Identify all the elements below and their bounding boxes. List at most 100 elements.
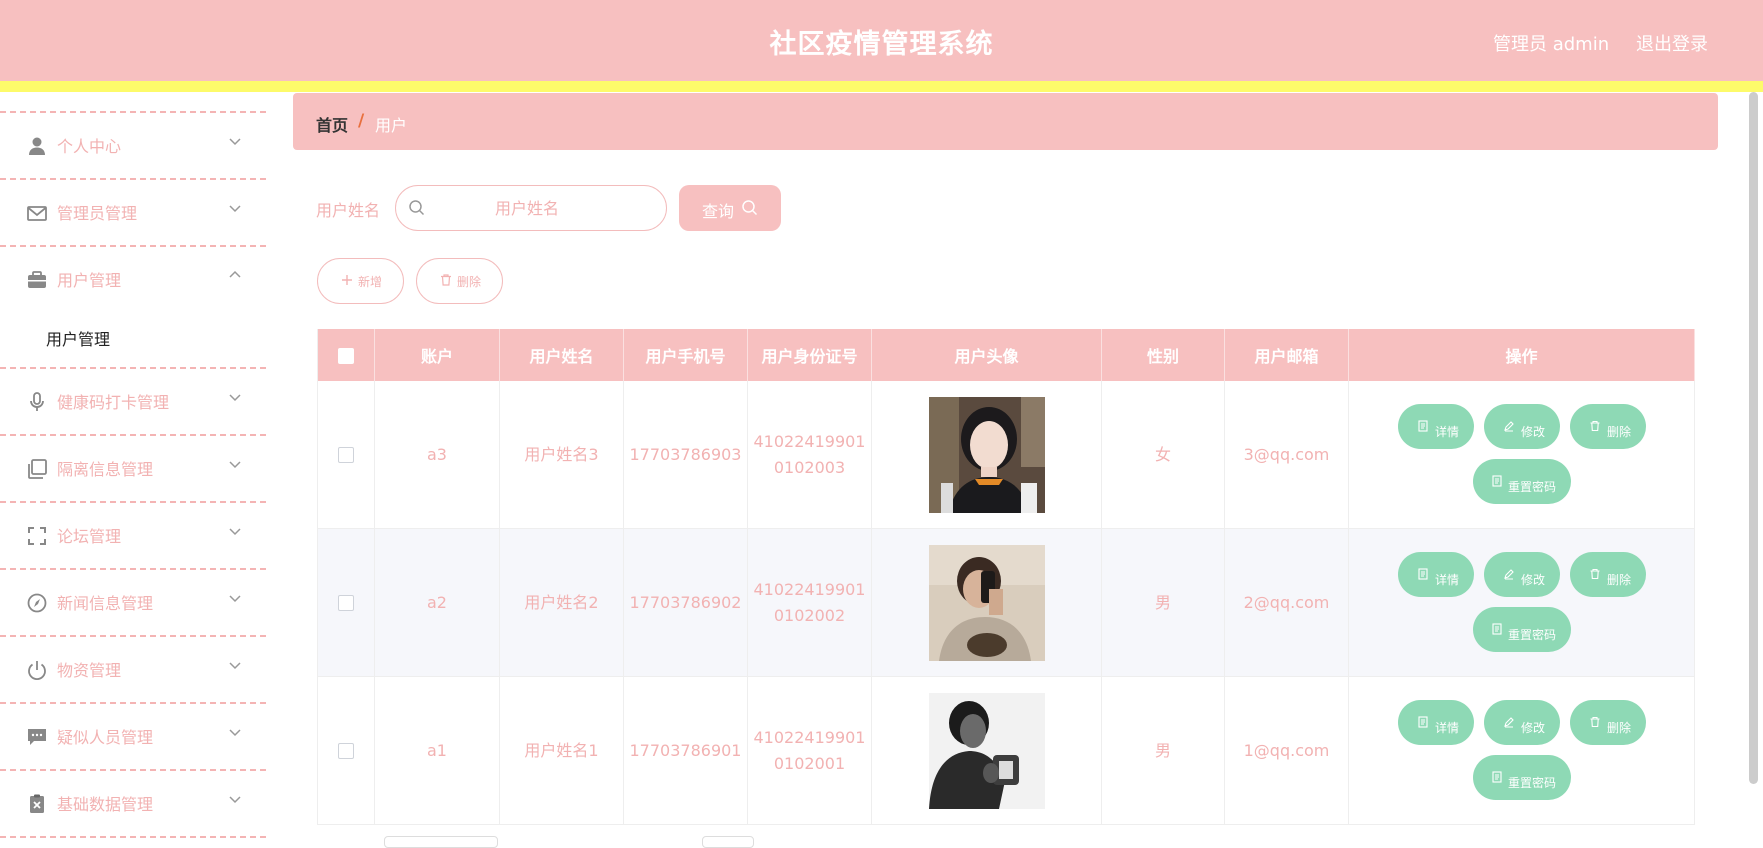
sidebar-item-label: 疑似人员管理: [57, 728, 154, 747]
sidebar-item-label: 健康码打卡管理: [57, 393, 170, 412]
select-all-cell: [317, 329, 375, 381]
column-header[interactable]: 用户身份证号: [747, 329, 872, 381]
edit-button[interactable]: 修改: [1484, 552, 1560, 597]
copy-icon: [26, 458, 48, 480]
detail-button[interactable]: 详情: [1398, 404, 1474, 449]
user-table: 账户 用户姓名 用户手机号 用户身份证号 用户头像 性别 用户邮箱 操作 a3 …: [317, 329, 1695, 825]
account-cell: a1: [374, 676, 500, 825]
clipboard-x-icon: [26, 793, 48, 815]
delete-row-button[interactable]: 删除: [1570, 404, 1646, 449]
row-checkbox[interactable]: [338, 743, 354, 759]
sidebar-item-suspected[interactable]: 疑似人员管理: [0, 704, 266, 768]
breadcrumb-home-link[interactable]: 首页: [316, 112, 348, 136]
select-all-checkbox[interactable]: [338, 348, 354, 364]
chevron-down-icon: [229, 729, 241, 737]
edit-button-label: 修改: [1521, 721, 1546, 735]
sidebar-item-label: 管理员管理: [57, 204, 138, 223]
column-header[interactable]: 性别: [1101, 329, 1225, 381]
query-button[interactable]: 查询: [679, 185, 781, 231]
avatar: [928, 692, 1045, 809]
sidebar-item-health-code[interactable]: 健康码打卡管理: [0, 369, 266, 433]
trash-icon: [1590, 568, 1600, 580]
detail-button[interactable]: 详情: [1398, 552, 1474, 597]
document-icon: [1492, 771, 1502, 783]
breadcrumb-current: 用户: [375, 116, 408, 135]
trash-icon: [441, 274, 451, 286]
sidebar-item-label: 论坛管理: [57, 527, 122, 546]
fullscreen-icon: [26, 525, 48, 547]
chevron-down-icon: [229, 461, 241, 469]
user-icon: [26, 135, 48, 157]
operations-cell: 详情 修改 删除 重置密码: [1348, 381, 1695, 529]
search-field[interactable]: [395, 185, 667, 231]
page-jump-input[interactable]: [702, 836, 754, 848]
scrollbar-thumb[interactable]: [1749, 92, 1758, 784]
sidebar-item-forum[interactable]: 论坛管理: [0, 503, 266, 567]
search-input[interactable]: [432, 193, 622, 223]
query-button-label: 查询: [702, 202, 735, 221]
row-checkbox[interactable]: [338, 595, 354, 611]
document-icon: [1418, 420, 1428, 432]
reset-password-button[interactable]: 重置密码: [1473, 607, 1571, 652]
sidebar-item-personal-center[interactable]: 个人中心: [0, 113, 266, 177]
id-number-cell: 41022419901 0102002: [747, 528, 872, 677]
sidebar-item-label: 隔离信息管理: [57, 460, 154, 479]
chevron-down-icon: [229, 528, 241, 536]
search-label: 用户姓名: [316, 201, 381, 220]
operations-cell: 详情 修改 删除 重置密码: [1348, 528, 1695, 677]
avatar: [928, 396, 1045, 513]
header-accent-strip: [0, 81, 1763, 92]
sidebar-item-label: 个人中心: [57, 137, 122, 156]
column-header[interactable]: 用户手机号: [623, 329, 748, 381]
id-number-line: 0102002: [773, 605, 846, 625]
row-checkbox[interactable]: [338, 447, 354, 463]
delete-row-button[interactable]: 删除: [1570, 700, 1646, 745]
current-user-label: 管理员 admin: [1493, 34, 1610, 55]
chevron-down-icon: [229, 394, 241, 402]
edit-button[interactable]: 修改: [1484, 700, 1560, 745]
edit-button[interactable]: 修改: [1484, 404, 1560, 449]
pencil-icon: [1504, 569, 1514, 580]
add-button-label: 新增: [358, 275, 383, 289]
chevron-up-icon: [229, 270, 241, 278]
column-header[interactable]: 账户: [374, 329, 500, 381]
avatar-cell: [871, 676, 1102, 825]
reset-password-button[interactable]: 重置密码: [1473, 459, 1571, 504]
sidebar: 个人中心 管理员管理 用户管理 用户管理 健康码打卡管理 隔离信息管理 论坛管理…: [0, 92, 266, 844]
edit-button-label: 修改: [1521, 425, 1546, 439]
column-header[interactable]: 用户姓名: [499, 329, 624, 381]
sidebar-item-isolation[interactable]: 隔离信息管理: [0, 436, 266, 500]
logout-link[interactable]: 退出登录: [1636, 30, 1708, 56]
column-header[interactable]: 用户邮箱: [1224, 329, 1349, 381]
chevron-down-icon: [229, 662, 241, 670]
reset-password-button[interactable]: 重置密码: [1473, 755, 1571, 800]
detail-button[interactable]: 详情: [1398, 700, 1474, 745]
reset-password-button-label: 重置密码: [1508, 480, 1557, 494]
add-button[interactable]: 新增: [317, 258, 404, 304]
document-icon: [1418, 716, 1428, 728]
column-header: 操作: [1348, 329, 1695, 381]
chevron-down-icon: [229, 796, 241, 804]
chat-icon: [26, 726, 48, 748]
avatar: [928, 544, 1045, 661]
detail-button-label: 详情: [1435, 573, 1460, 587]
sidebar-item-basic-data[interactable]: 基础数据管理: [0, 771, 266, 835]
account-cell: a2: [374, 528, 500, 677]
id-number-cell: 41022419901 0102003: [747, 381, 872, 529]
sidebar-item-label: 新闻信息管理: [57, 594, 154, 613]
power-icon: [26, 659, 48, 681]
delete-button[interactable]: 删除: [416, 258, 503, 304]
sidebar-item-label: 物资管理: [57, 661, 122, 680]
breadcrumb-separator: /: [358, 111, 365, 131]
sidebar-item-supplies[interactable]: 物资管理: [0, 637, 266, 701]
sidebar-subitem-user-management[interactable]: 用户管理: [0, 311, 266, 363]
page-size-select[interactable]: [384, 836, 498, 848]
microphone-icon: [26, 391, 48, 413]
delete-row-button[interactable]: 删除: [1570, 552, 1646, 597]
sidebar-item-user-management[interactable]: 用户管理: [0, 247, 266, 311]
phone-cell: 17703786902: [623, 528, 748, 677]
sidebar-item-admin[interactable]: 管理员管理: [0, 180, 266, 244]
column-header[interactable]: 用户头像: [871, 329, 1102, 381]
sidebar-divider: [0, 836, 266, 838]
sidebar-item-news[interactable]: 新闻信息管理: [0, 570, 266, 634]
